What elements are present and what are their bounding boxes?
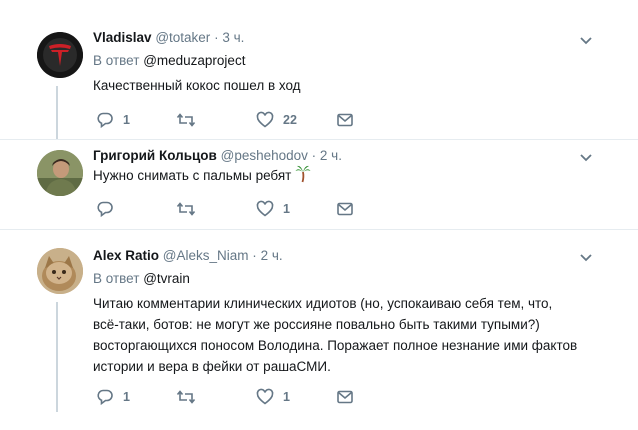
- reply-icon: [97, 389, 113, 406]
- reply-icon: [97, 201, 113, 218]
- avatar[interactable]: [37, 32, 83, 78]
- retweet-button[interactable]: [176, 110, 205, 130]
- reply-button[interactable]: [96, 199, 123, 219]
- tweet-text-line: Читаю комментарии клинических идиотов (н…: [93, 296, 553, 311]
- separator-dot: ·: [252, 248, 257, 263]
- chevron-down-icon[interactable]: [580, 154, 592, 162]
- tweet-actions: 1 1: [93, 387, 383, 407]
- tweet-header: Григорий Кольцов @peshehodov · 2 ч.: [93, 148, 342, 163]
- tweet-text-line: восторгающихся поносом Володина. Поражае…: [93, 338, 578, 353]
- heart-icon: [256, 111, 274, 128]
- reply-context: В ответ @meduzaproject: [93, 53, 245, 68]
- author-handle[interactable]: @Aleks_Niam: [163, 248, 249, 263]
- like-count: 1: [283, 390, 290, 404]
- like-button[interactable]: 1: [256, 199, 290, 219]
- retweet-icon: [176, 390, 196, 404]
- like-button[interactable]: 1: [256, 387, 290, 407]
- timestamp[interactable]: 2 ч.: [320, 148, 342, 163]
- chevron-down-icon[interactable]: [580, 37, 592, 45]
- tweet-text-line: всё-таки, ботов: не могут же россияне по…: [93, 317, 540, 332]
- tweet-actions: 1 22: [93, 110, 383, 130]
- separator-dot: ·: [214, 30, 219, 45]
- heart-icon: [256, 200, 274, 217]
- tweet-text: Нужно снимать с пальмы ребят: [93, 165, 311, 186]
- tweet-1[interactable]: Vladislav @totaker · 3 ч. В ответ @meduz…: [0, 0, 638, 140]
- reply-button[interactable]: 1: [96, 110, 130, 130]
- chevron-down-icon[interactable]: [580, 254, 592, 262]
- direct-message-button[interactable]: [336, 110, 354, 130]
- like-count: 1: [283, 202, 290, 216]
- tweet-header: Vladislav @totaker · 3 ч.: [93, 30, 244, 45]
- like-count: 22: [283, 113, 297, 127]
- envelope-icon: [337, 113, 353, 127]
- reply-count: 1: [123, 113, 130, 127]
- reply-button[interactable]: 1: [96, 387, 130, 407]
- timestamp[interactable]: 3 ч.: [222, 30, 244, 45]
- reply-mention-link[interactable]: @meduzaproject: [143, 53, 245, 68]
- envelope-icon: [337, 202, 353, 216]
- tweet-header: Alex Ratio @Aleks_Niam · 2 ч.: [93, 248, 283, 263]
- tweet-3[interactable]: Alex Ratio @Aleks_Niam · 2 ч. В ответ @t…: [0, 230, 638, 430]
- tweet-text-line: Качественный кокос пошел в ход: [93, 78, 301, 93]
- tweet-text: Качественный кокос пошел в ход: [93, 75, 301, 96]
- reply-context: В ответ @tvrain: [93, 271, 190, 286]
- tweet-text-line: Нужно снимать с пальмы ребят: [93, 168, 292, 183]
- author-name[interactable]: Григорий Кольцов: [93, 148, 217, 163]
- thread-line: [56, 302, 58, 412]
- direct-message-button[interactable]: [336, 387, 354, 407]
- tweet-text: Читаю комментарии клинических идиотов (н…: [93, 293, 577, 377]
- like-button[interactable]: 22: [256, 110, 297, 130]
- tweet-2[interactable]: Григорий Кольцов @peshehodov · 2 ч. Нужн…: [0, 140, 638, 230]
- direct-message-button[interactable]: [336, 199, 354, 219]
- timestamp[interactable]: 2 ч.: [261, 248, 283, 263]
- author-name[interactable]: Alex Ratio: [93, 248, 159, 263]
- reply-prefix: В ответ: [93, 53, 140, 68]
- reply-icon: [97, 112, 113, 129]
- tweet-actions: 1: [93, 199, 383, 219]
- avatar[interactable]: [37, 248, 83, 294]
- retweet-button[interactable]: [176, 387, 205, 407]
- retweet-button[interactable]: [176, 199, 205, 219]
- author-name[interactable]: Vladislav: [93, 30, 152, 45]
- envelope-icon: [337, 390, 353, 404]
- tweet-text-line: истории и вера в фейки от рашаСМИ.: [93, 359, 331, 374]
- reply-count: 1: [123, 390, 130, 404]
- author-handle[interactable]: @peshehodov: [221, 148, 308, 163]
- retweet-icon: [176, 202, 196, 216]
- avatar[interactable]: [37, 150, 83, 196]
- reply-prefix: В ответ: [93, 271, 140, 286]
- reply-mention-link[interactable]: @tvrain: [143, 271, 190, 286]
- author-handle[interactable]: @totaker: [155, 30, 210, 45]
- thread-line: [56, 86, 58, 140]
- retweet-icon: [176, 113, 196, 127]
- separator-dot: ·: [311, 148, 317, 163]
- heart-icon: [256, 388, 274, 405]
- palm-tree-icon: [295, 165, 311, 183]
